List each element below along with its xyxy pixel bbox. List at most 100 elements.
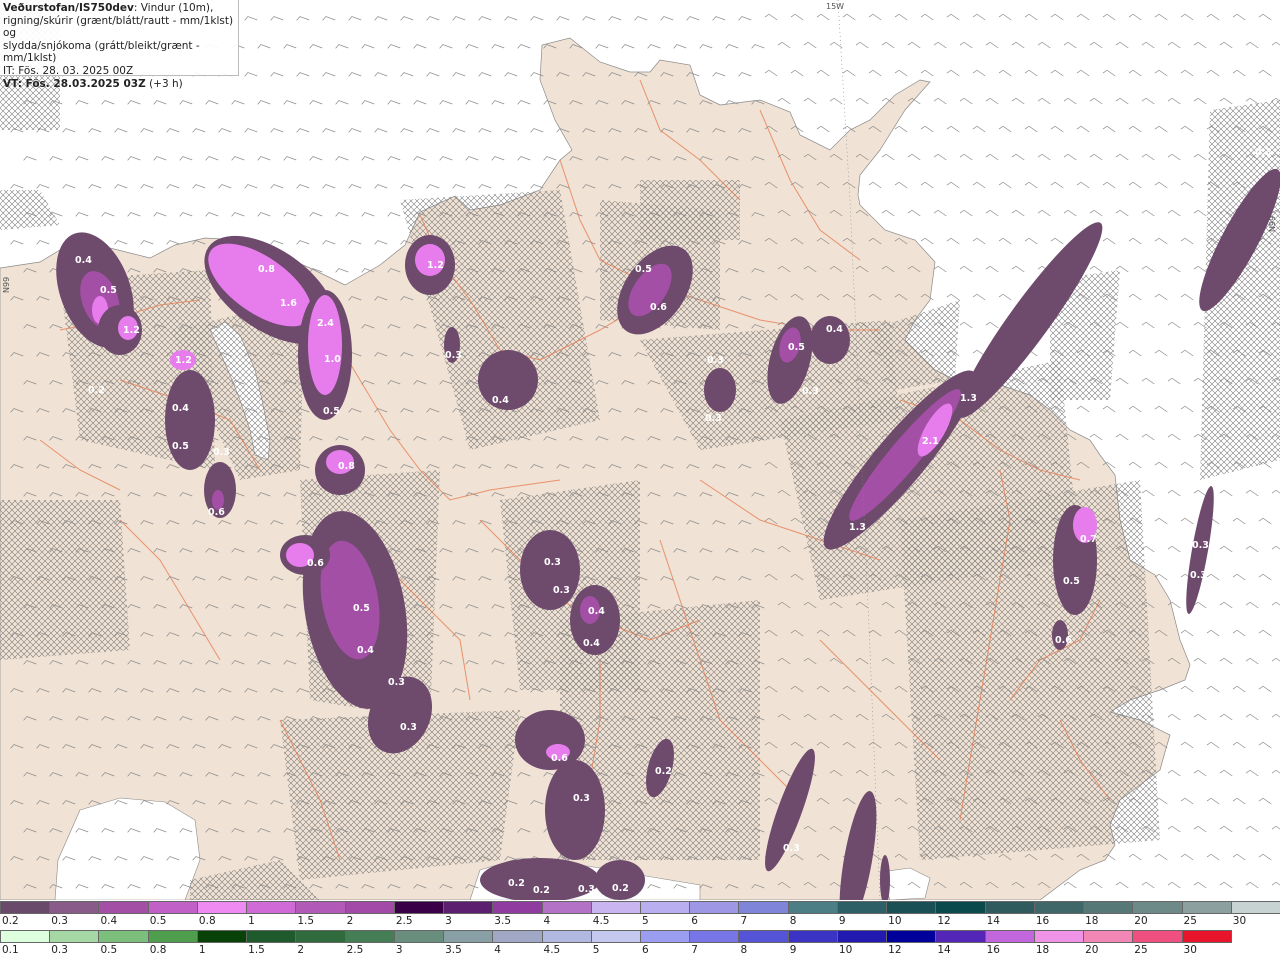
weather-map[interactable]: Veðurstofan/IS750dev: Vindur (10m), rign…	[0, 0, 1280, 900]
sleet-legend-swatch	[246, 901, 297, 914]
sleet-legend-label: 3.5	[494, 915, 511, 927]
model-title: Veðurstofan/IS750dev	[3, 2, 134, 14]
rain-legend-label: 0.3	[51, 944, 68, 956]
precip-cell	[520, 530, 580, 610]
precip-cell	[165, 370, 215, 470]
rain-legend-swatch	[344, 930, 395, 943]
precip-value-label: 0.3	[544, 557, 561, 568]
sleet-legend-swatch	[984, 901, 1035, 914]
rain-legend-swatch	[443, 930, 494, 943]
precip-value-label: 0.4	[826, 324, 843, 335]
sleet-legend-swatch	[640, 901, 691, 914]
sleet-legend-swatch	[295, 901, 346, 914]
precip-cell	[595, 860, 645, 900]
sleet-legend-swatch	[738, 901, 789, 914]
rain-legend-label: 16	[986, 944, 1000, 956]
sleet-legend-label: 1.5	[297, 915, 315, 927]
rain-legend-label: 7	[691, 944, 698, 956]
rain-legend-swatch	[935, 930, 986, 943]
rain-legend-label: 10	[838, 944, 853, 956]
precip-value-label: 0.3	[1180, 258, 1197, 269]
sleet-legend-swatch	[886, 901, 937, 914]
sleet-legend-label: 3	[445, 915, 452, 927]
rain-legend-label: 0.5	[100, 944, 118, 956]
sleet-legend-label: 0.8	[198, 915, 216, 927]
precip-value-label: 1.2	[123, 325, 140, 336]
precip-value-label: 0.3	[802, 386, 819, 397]
rain-legend-swatch	[0, 930, 51, 943]
map-info-panel: Veðurstofan/IS750dev: Vindur (10m), rign…	[0, 0, 239, 90]
precip-value-label: 0.6	[551, 753, 568, 764]
sleet-legend-label: 12	[937, 915, 951, 927]
precip-value-label: 1.2	[175, 355, 192, 366]
rain-legend-swatch	[492, 930, 543, 943]
precip-value-label: 1.2	[427, 260, 444, 271]
precip-value-label: 0.3	[578, 884, 595, 895]
sleet-legend-swatch	[492, 901, 543, 914]
sleet-legend-swatch	[49, 901, 100, 914]
sleet-legend-label: 6	[691, 915, 698, 927]
precip-value-label: 0.3	[553, 585, 570, 596]
precip-value-label: 0.6	[1055, 635, 1072, 646]
sleet-legend-swatch	[344, 901, 395, 914]
precip-value-label: 0.8	[338, 461, 355, 472]
valid-time: VT: Fös. 28.03.2025 03Z	[3, 77, 146, 90]
rain-legend-swatch	[295, 930, 346, 943]
rain-legend-swatch	[98, 930, 149, 943]
precip-cell	[545, 760, 605, 860]
sleet-legend-swatch	[1132, 901, 1183, 914]
precip-value-label: 0.4	[172, 403, 189, 414]
precip-value-label: 0.3	[707, 355, 724, 366]
precip-cell	[704, 368, 736, 412]
precip-value-label: 1.3	[960, 393, 977, 404]
precip-value-label: 0.4	[583, 638, 600, 649]
sleet-legend-label: 18	[1085, 915, 1099, 927]
sleet-legend-label: 4	[543, 915, 551, 927]
precip-value-label: 2.4	[317, 318, 334, 329]
sleet-legend-swatch	[689, 901, 740, 914]
precip-value-label: 0.6	[208, 507, 225, 518]
precip-value-label: 0.5	[635, 264, 652, 275]
sleet-legend-swatch	[0, 901, 51, 914]
sleet-legend-swatch	[787, 901, 838, 914]
rain-legend-label: 4	[494, 944, 501, 956]
sleet-legend-label: 7	[740, 915, 748, 927]
sleet-legend-swatch	[1033, 901, 1085, 914]
sleet-legend-label: 5	[642, 915, 649, 927]
rain-legend-swatch	[49, 930, 100, 943]
rain-legend-label: 20	[1085, 944, 1099, 956]
precip-value-label: 1.3	[849, 522, 866, 533]
precip-value-label: 0.6	[307, 558, 324, 569]
sleet-legend-swatch	[1083, 901, 1134, 914]
desc-line-1: : Vindur (10m),	[133, 2, 214, 14]
sleet-legend-label: 1	[248, 915, 255, 927]
precip-value-label: 1.0	[324, 354, 341, 365]
precip-value-label: 0.2	[655, 766, 672, 777]
rain-legend-label: 5	[592, 944, 600, 956]
sleet-legend-swatch	[541, 901, 592, 914]
grid-label-top: 15W	[826, 2, 845, 11]
precip-value-label: 0.2	[533, 885, 550, 896]
precip-value-label: 0.7	[1080, 534, 1097, 545]
precip-value-label: 0.3	[445, 350, 462, 361]
precip-value-label: 0.4	[357, 645, 374, 656]
precip-value-label: 0.3	[783, 843, 800, 854]
rain-legend-swatch	[689, 930, 740, 943]
rain-legend-label: 30	[1183, 944, 1197, 956]
desc-line-3: slydda/snjókoma (grátt/bleikt/grænt - mm…	[3, 39, 200, 65]
rain-legend-swatch	[246, 930, 297, 943]
sleet-legend-swatch	[393, 901, 445, 914]
precip-value-label: 2.1	[922, 436, 939, 447]
precip-value-label: 0.6	[650, 302, 667, 313]
precip-value-label: 0.3	[400, 722, 417, 733]
sleet-legend-label: 0.2	[2, 915, 19, 927]
rain-legend-label: 9	[789, 944, 797, 956]
legend-rain: 0.1 0.3 0.5 0.8 1 1.5 2 2.5 3 3.5 4 4.5 5 6 7 8 9 10 12 14 1…	[0, 929, 1280, 958]
issue-time: IT: Fös. 28. 03. 2025 00Z	[3, 64, 134, 77]
precip-value-label: 0.4	[75, 255, 92, 266]
sleet-legend-label: 0.3	[51, 915, 68, 927]
precip-value-label: 0.5	[788, 342, 805, 353]
precip-value-label: 0.3	[1192, 540, 1209, 551]
precip-cell	[308, 295, 342, 395]
rain-legend-label: 1	[198, 944, 206, 956]
